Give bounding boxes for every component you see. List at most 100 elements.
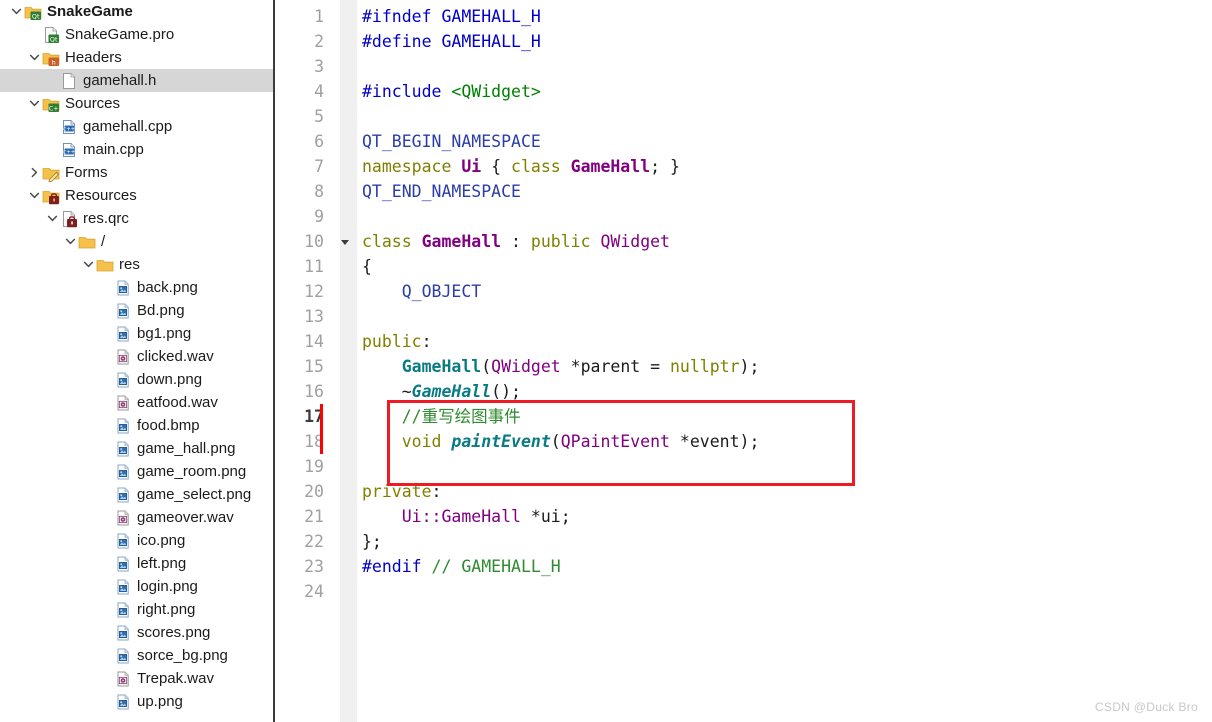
code-text: public: bbox=[357, 329, 1212, 354]
cpp-file-icon: c++ bbox=[60, 118, 78, 136]
code-line[interactable]: 9 bbox=[275, 204, 1212, 229]
code-line[interactable]: 7 namespace Ui { class GameHall; } bbox=[275, 154, 1212, 179]
code-token: <QWidget> bbox=[451, 82, 541, 101]
chevron-down-icon[interactable] bbox=[8, 0, 24, 23]
qt-folder-icon: Qt bbox=[24, 3, 42, 21]
code-text: #define GAMEHALL_H bbox=[357, 29, 1212, 54]
tree-item-label: login.png bbox=[137, 578, 198, 595]
code-token: void bbox=[401, 432, 452, 451]
code-line[interactable]: 13 bbox=[275, 304, 1212, 329]
tree-item-label: ico.png bbox=[137, 532, 186, 549]
chevron-right-icon[interactable] bbox=[26, 161, 42, 184]
code-text: ~GameHall(); bbox=[357, 379, 1212, 404]
tree-item-game-select-png[interactable]: game_select.png bbox=[0, 483, 273, 506]
project-tree: Qt SnakeGame Qt SnakeGame.pro h Headers gameha… bbox=[0, 0, 273, 713]
code-line[interactable]: 23 #endif // GAMEHALL_H bbox=[275, 554, 1212, 579]
tree-item-left-png[interactable]: left.png bbox=[0, 552, 273, 575]
tree-item-eatfood-wav[interactable]: eatfood.wav bbox=[0, 391, 273, 414]
tree-item-food-bmp[interactable]: food.bmp bbox=[0, 414, 273, 437]
tree-item-forms[interactable]: Forms bbox=[0, 161, 273, 184]
tree-item-bg1-png[interactable]: bg1.png bbox=[0, 322, 273, 345]
tree-item-main-cpp[interactable]: c++ main.cpp bbox=[0, 138, 273, 161]
tree-item-res[interactable]: res bbox=[0, 253, 273, 276]
tree-item-snakegame-pro[interactable]: Qt SnakeGame.pro bbox=[0, 23, 273, 46]
chevron-down-icon[interactable] bbox=[62, 230, 78, 253]
code-text: }; bbox=[357, 529, 1212, 554]
audio-file-icon bbox=[114, 509, 132, 527]
code-token: class bbox=[511, 157, 571, 176]
tree-item-gameover-wav[interactable]: gameover.wav bbox=[0, 506, 273, 529]
code-editor-panel[interactable]: 1 #ifndef GAMEHALL_H 2 #define GAMEHALL_H 3 4… bbox=[275, 0, 1212, 722]
image-file-icon bbox=[114, 624, 132, 642]
code-text: #endif // GAMEHALL_H bbox=[357, 554, 1212, 579]
tree-item-game-room-png[interactable]: game_room.png bbox=[0, 460, 273, 483]
code-line[interactable]: 21 Ui::GameHall *ui; bbox=[275, 504, 1212, 529]
code-text: QT_END_NAMESPACE bbox=[357, 179, 1212, 204]
chevron-down-icon[interactable] bbox=[26, 92, 42, 115]
tree-item-ico-png[interactable]: ico.png bbox=[0, 529, 273, 552]
tree-item-resources[interactable]: Resources bbox=[0, 184, 273, 207]
chevron-placeholder bbox=[98, 644, 114, 667]
tree-item-back-png[interactable]: back.png bbox=[0, 276, 273, 299]
tree-item-sources[interactable]: C+ Sources bbox=[0, 92, 273, 115]
code-line[interactable]: 1 #ifndef GAMEHALL_H bbox=[275, 4, 1212, 29]
project-tree-panel[interactable]: Qt SnakeGame Qt SnakeGame.pro h Headers gameha… bbox=[0, 0, 275, 722]
tree-item-up-png[interactable]: up.png bbox=[0, 690, 273, 713]
tree-item-label: SnakeGame.pro bbox=[65, 26, 175, 43]
tree-item-label: game_room.png bbox=[137, 463, 247, 480]
line-number: 11 bbox=[304, 257, 324, 276]
line-number: 3 bbox=[314, 57, 324, 76]
tree-item-right-png[interactable]: right.png bbox=[0, 598, 273, 621]
code-line[interactable]: 22}; bbox=[275, 529, 1212, 554]
tree-item-sorce-bg-png[interactable]: sorce_bg.png bbox=[0, 644, 273, 667]
chevron-placeholder bbox=[98, 575, 114, 598]
code-line[interactable]: 19 bbox=[275, 454, 1212, 479]
code-line[interactable]: 20 private: bbox=[275, 479, 1212, 504]
tree-item-scores-png[interactable]: scores.png bbox=[0, 621, 273, 644]
code-token: public bbox=[530, 232, 601, 251]
code-line[interactable]: 10 class GameHall : public QWidget bbox=[275, 229, 1212, 254]
tree-item-down-png[interactable]: down.png bbox=[0, 368, 273, 391]
code-line[interactable]: 8 QT_END_NAMESPACE bbox=[275, 179, 1212, 204]
tree-item-res-qrc[interactable]: res.qrc bbox=[0, 207, 273, 230]
code-lines[interactable]: 1 #ifndef GAMEHALL_H 2 #define GAMEHALL_H 3 4… bbox=[275, 0, 1212, 604]
code-line[interactable]: 16 ~GameHall(); bbox=[275, 379, 1212, 404]
code-line[interactable]: 18 void paintEvent(QPaintEvent *event); bbox=[275, 429, 1212, 454]
tree-item-gamehall-cpp[interactable]: c++ gamehall.cpp bbox=[0, 115, 273, 138]
line-number: 20 bbox=[304, 482, 324, 501]
code-line[interactable]: 4 #include <QWidget> bbox=[275, 79, 1212, 104]
fold-triangle-icon[interactable] bbox=[332, 237, 357, 247]
code-line[interactable]: 6 QT_BEGIN_NAMESPACE bbox=[275, 129, 1212, 154]
chevron-down-icon[interactable] bbox=[80, 253, 96, 276]
tree-item-game-hall-png[interactable]: game_hall.png bbox=[0, 437, 273, 460]
tree-item-snakegame[interactable]: Qt SnakeGame bbox=[0, 0, 273, 23]
tree-item-trepak-wav[interactable]: Trepak.wav bbox=[0, 667, 273, 690]
chevron-placeholder bbox=[98, 621, 114, 644]
code-token: Q_OBJECT bbox=[401, 282, 482, 301]
code-line[interactable]: 24 bbox=[275, 579, 1212, 604]
code-line[interactable]: 12 Q_OBJECT bbox=[275, 279, 1212, 304]
chevron-placeholder bbox=[98, 529, 114, 552]
tree-item-headers[interactable]: h Headers bbox=[0, 46, 273, 69]
code-token: GameHall bbox=[570, 157, 651, 176]
tree-item-bd-png[interactable]: Bd.png bbox=[0, 299, 273, 322]
code-token: paintEvent bbox=[451, 432, 551, 451]
chevron-down-icon[interactable] bbox=[26, 184, 42, 207]
code-line[interactable]: 15 GameHall(QWidget *parent = nullptr); bbox=[275, 354, 1212, 379]
tree-item-label: up.png bbox=[137, 693, 183, 710]
code-line[interactable]: 3 bbox=[275, 54, 1212, 79]
code-line[interactable]: 5 bbox=[275, 104, 1212, 129]
svg-text:Qt: Qt bbox=[50, 35, 58, 43]
code-line[interactable]: 2 #define GAMEHALL_H bbox=[275, 29, 1212, 54]
code-line[interactable]: 17 //重写绘图事件 bbox=[275, 404, 1212, 429]
tree-item-login-png[interactable]: login.png bbox=[0, 575, 273, 598]
tree-item-[interactable]: / bbox=[0, 230, 273, 253]
chevron-down-icon[interactable] bbox=[44, 207, 60, 230]
tree-item-label: Forms bbox=[65, 164, 108, 181]
code-line[interactable]: 14 public: bbox=[275, 329, 1212, 354]
chevron-down-icon[interactable] bbox=[26, 46, 42, 69]
code-line[interactable]: 11 { bbox=[275, 254, 1212, 279]
tree-item-gamehall-h[interactable]: gamehall.h bbox=[0, 69, 273, 92]
tree-item-label: food.bmp bbox=[137, 417, 200, 434]
tree-item-clicked-wav[interactable]: clicked.wav bbox=[0, 345, 273, 368]
